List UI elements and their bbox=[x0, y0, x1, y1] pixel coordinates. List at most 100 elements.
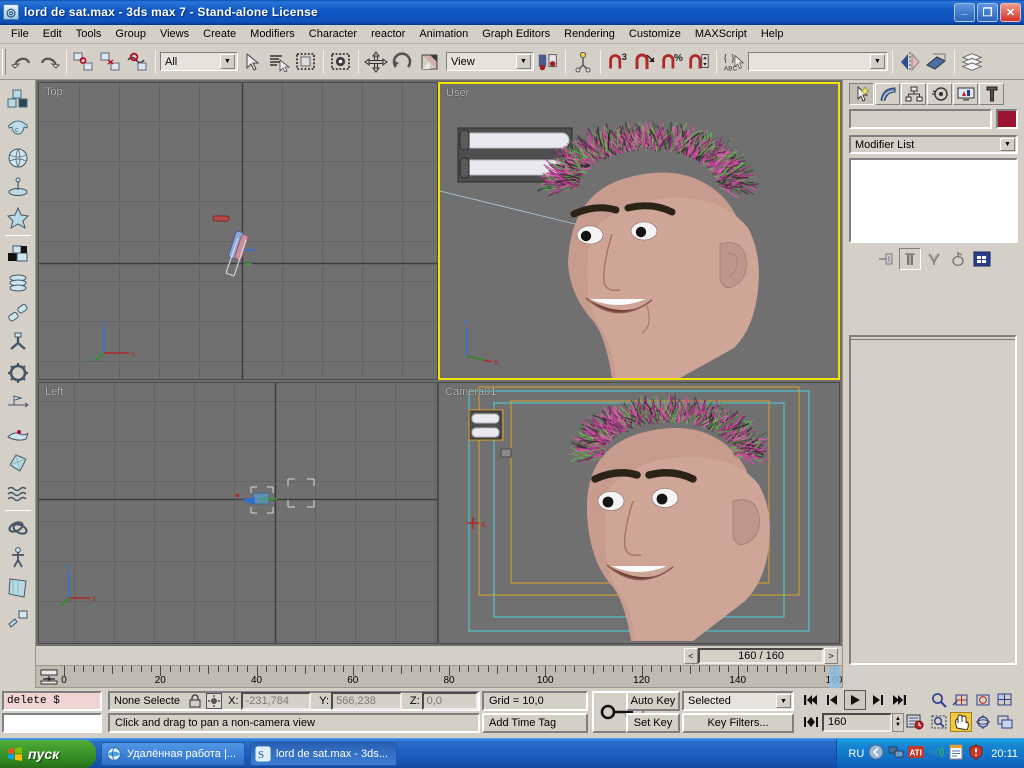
maximize-viewport-toggle-icon[interactable] bbox=[994, 712, 1016, 732]
key-mode-toggle-icon[interactable] bbox=[800, 712, 822, 732]
windows-icon[interactable] bbox=[3, 298, 33, 328]
add-time-tag-button[interactable]: Add Time Tag bbox=[482, 713, 588, 733]
previous-frame-icon[interactable] bbox=[822, 690, 844, 710]
minimize-button[interactable]: _ bbox=[954, 3, 975, 22]
scatter-icon[interactable] bbox=[3, 603, 33, 633]
notepad-icon[interactable] bbox=[948, 744, 964, 763]
pan-view-icon[interactable] bbox=[950, 712, 972, 732]
menu-item-character[interactable]: Character bbox=[302, 26, 364, 42]
chevron-down-icon[interactable]: ▼ bbox=[870, 54, 885, 69]
viewport-label-top[interactable]: Top bbox=[45, 86, 63, 98]
set-key-button[interactable]: Set Key bbox=[626, 713, 680, 733]
menu-item-graph-editors[interactable]: Graph Editors bbox=[475, 26, 557, 42]
standard-primitives-icon[interactable] bbox=[3, 83, 33, 113]
select-by-name-icon[interactable] bbox=[266, 48, 292, 76]
named-selection-sets-icon[interactable]: { }ABC bbox=[721, 48, 747, 76]
use-pivot-point-center-icon[interactable] bbox=[535, 48, 561, 76]
cloth-icon[interactable] bbox=[3, 573, 33, 603]
zoom-icon[interactable] bbox=[928, 690, 950, 710]
time-slider-handle[interactable] bbox=[829, 666, 840, 688]
chevron-down-icon[interactable]: ▼ bbox=[776, 694, 791, 708]
pin-stack-icon[interactable] bbox=[875, 248, 897, 270]
close-button[interactable]: ✕ bbox=[1000, 3, 1021, 22]
utilities-tab[interactable] bbox=[979, 83, 1004, 105]
percent-snap-toggle-icon[interactable]: % bbox=[659, 48, 685, 76]
start-button[interactable]: пуск bbox=[0, 740, 96, 768]
patch-grids-icon[interactable] bbox=[3, 203, 33, 233]
go-to-end-icon[interactable] bbox=[888, 690, 910, 710]
arc-rotate-icon[interactable] bbox=[972, 712, 994, 732]
zoom-extents-all-icon[interactable] bbox=[994, 690, 1016, 710]
menu-item-rendering[interactable]: Rendering bbox=[557, 26, 622, 42]
menu-item-reactor[interactable]: reactor bbox=[364, 26, 412, 42]
show-end-result-icon[interactable] bbox=[899, 248, 921, 270]
menu-item-maxscript[interactable]: MAXScript bbox=[688, 26, 754, 42]
show-hidden-icons-icon[interactable] bbox=[868, 744, 884, 763]
chevron-down-icon[interactable]: ▼ bbox=[220, 54, 235, 69]
extended-primitives-icon[interactable]: c bbox=[3, 113, 33, 143]
current-frame-readout[interactable]: 160 / 160 bbox=[698, 648, 824, 664]
menu-item-modifiers[interactable]: Modifiers bbox=[243, 26, 302, 42]
track-bar-ruler[interactable]: 020406080100120140160 bbox=[64, 666, 842, 688]
next-frame-icon[interactable] bbox=[866, 690, 888, 710]
menu-item-edit[interactable]: Edit bbox=[36, 26, 69, 42]
viewport-label-left[interactable]: Left bbox=[45, 386, 63, 398]
make-unique-icon[interactable] bbox=[923, 248, 945, 270]
system-clock[interactable]: 20:11 bbox=[991, 748, 1018, 760]
rectangular-selection-region-icon[interactable] bbox=[293, 48, 319, 76]
torus-knot-icon[interactable] bbox=[3, 513, 33, 543]
selection-filter-combo[interactable]: All ▼ bbox=[160, 52, 238, 71]
zoom-all-icon[interactable] bbox=[950, 690, 972, 710]
chevron-down-icon[interactable]: ▼ bbox=[516, 54, 531, 69]
region-zoom-icon[interactable] bbox=[928, 712, 950, 732]
create-tab[interactable] bbox=[849, 83, 874, 105]
nurbs-surfaces-icon[interactable] bbox=[3, 238, 33, 268]
snap-toggle-icon[interactable]: 3 bbox=[605, 48, 631, 76]
menu-item-help[interactable]: Help bbox=[754, 26, 791, 42]
select-and-link-icon[interactable] bbox=[71, 48, 97, 76]
biped-icon[interactable] bbox=[3, 543, 33, 573]
viewport-label-user[interactable]: User bbox=[446, 87, 469, 99]
current-frame-field[interactable]: 160 bbox=[822, 713, 892, 732]
toolbar-grip[interactable] bbox=[2, 49, 6, 75]
input-language-indicator[interactable]: RU bbox=[848, 748, 864, 760]
modifier-list-combo[interactable]: Modifier List ▼ bbox=[849, 135, 1018, 154]
ai-icon[interactable] bbox=[3, 328, 33, 358]
select-and-rotate-icon[interactable] bbox=[390, 48, 416, 76]
track-bar[interactable]: 020406080100120140160 bbox=[36, 666, 842, 688]
doors-icon[interactable] bbox=[3, 268, 33, 298]
dynamics-icon[interactable] bbox=[3, 388, 33, 418]
viewport-user[interactable]: User bbox=[438, 82, 840, 380]
go-to-start-icon[interactable] bbox=[800, 690, 822, 710]
unlink-selection-icon[interactable] bbox=[98, 48, 124, 76]
key-filter-target-combo[interactable]: Selected ▼ bbox=[682, 691, 794, 711]
menu-item-file[interactable]: File bbox=[4, 26, 36, 42]
network-icon[interactable] bbox=[888, 744, 904, 763]
next-frame-arrow[interactable]: > bbox=[824, 648, 838, 664]
geosphere-icon[interactable] bbox=[3, 448, 33, 478]
key-filters-button[interactable]: Key Filters... bbox=[682, 713, 794, 733]
previous-frame-arrow[interactable]: < bbox=[684, 648, 698, 664]
spinner-snap-toggle-icon[interactable] bbox=[686, 48, 712, 76]
coord-z-field[interactable]: 0,0 bbox=[422, 692, 478, 710]
layer-stack-icon[interactable] bbox=[959, 48, 985, 76]
reference-coordinate-system-combo[interactable]: View ▼ bbox=[446, 52, 534, 71]
menu-item-group[interactable]: Group bbox=[108, 26, 153, 42]
zoom-extents-icon[interactable] bbox=[972, 690, 994, 710]
maxscript-mini-listener-input[interactable] bbox=[2, 713, 102, 733]
modifier-stack[interactable] bbox=[849, 158, 1018, 243]
redo-icon[interactable] bbox=[36, 48, 62, 76]
selection-lock-icon[interactable] bbox=[186, 694, 204, 708]
viewport-left[interactable]: Left bbox=[38, 382, 438, 644]
rollout-panel[interactable] bbox=[849, 335, 1017, 665]
frame-spinner[interactable]: ▲▼ bbox=[892, 713, 904, 732]
chevron-down-icon[interactable]: ▼ bbox=[1000, 138, 1015, 151]
mirror-icon[interactable] bbox=[897, 48, 923, 76]
open-mini-curve-editor-icon[interactable] bbox=[38, 667, 60, 687]
hierarchy-tab[interactable] bbox=[901, 83, 926, 105]
wave-icon[interactable] bbox=[3, 478, 33, 508]
play-animation-icon[interactable] bbox=[844, 690, 866, 710]
compound-objects-icon[interactable] bbox=[3, 143, 33, 173]
viewport-label-camera[interactable]: Camera01 bbox=[445, 386, 496, 398]
display-tab[interactable] bbox=[953, 83, 978, 105]
